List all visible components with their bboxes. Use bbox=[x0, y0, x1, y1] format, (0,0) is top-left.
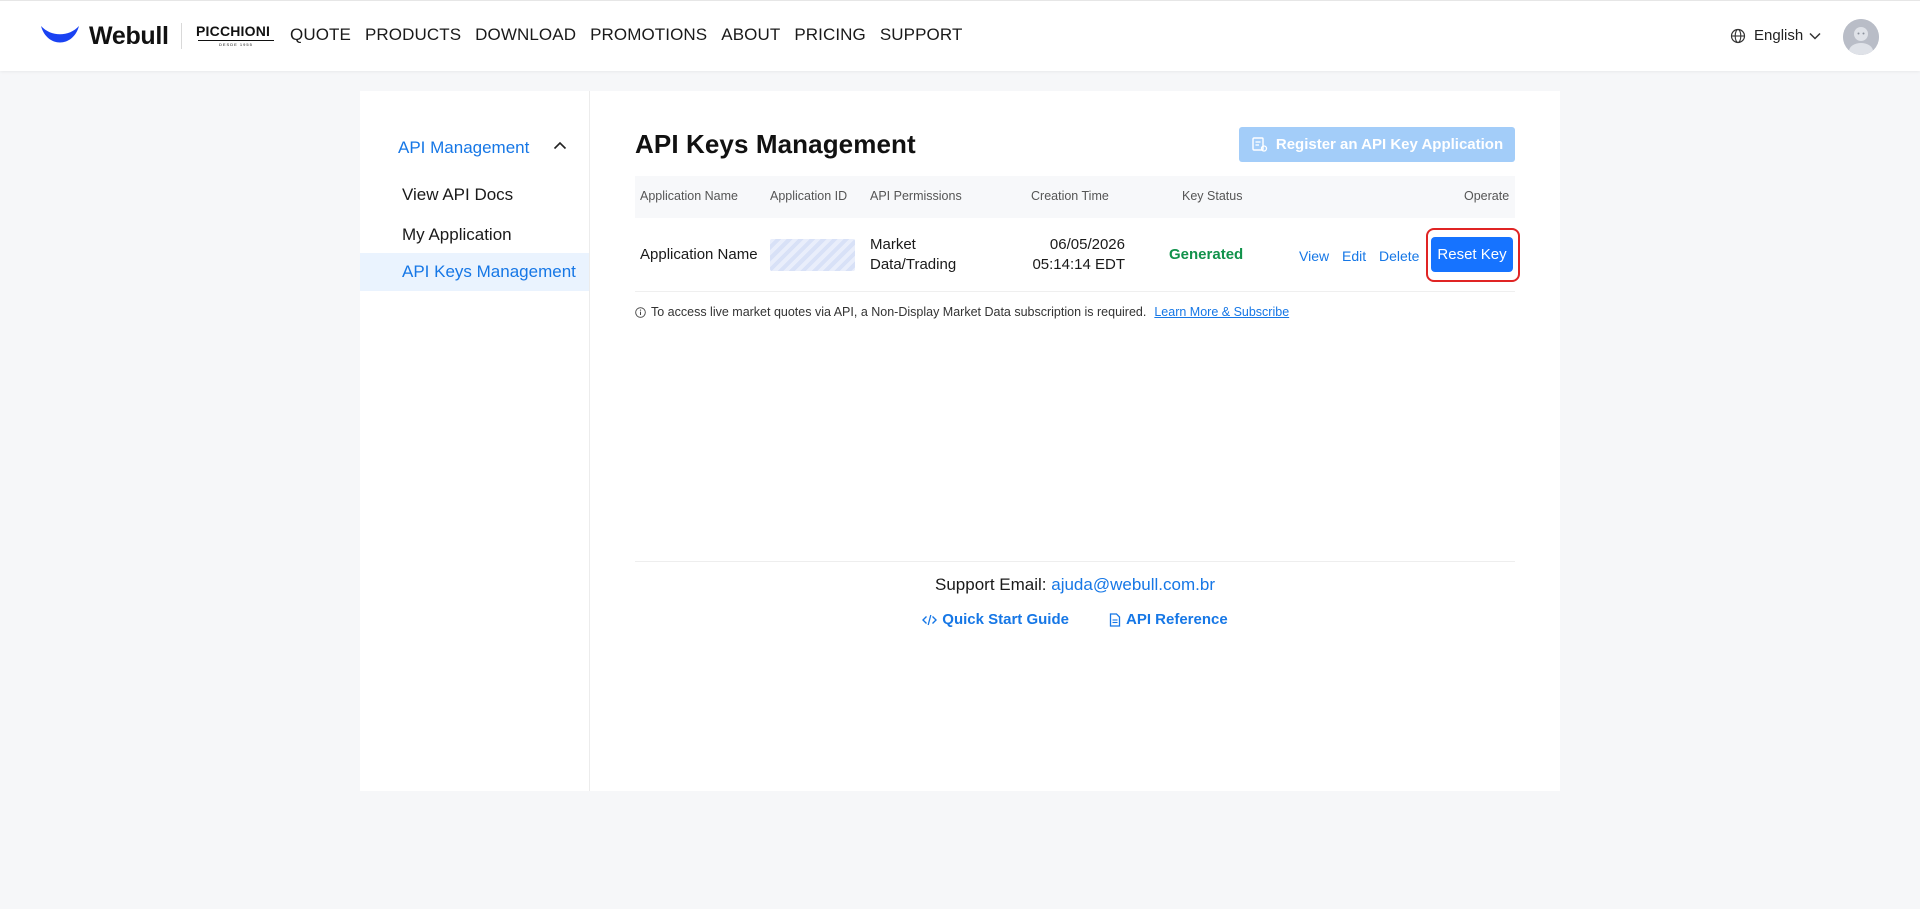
language-label: English bbox=[1754, 27, 1804, 44]
notice-text: To access live market quotes via API, a … bbox=[651, 305, 1147, 319]
sidebar-item-label: My Application bbox=[402, 225, 512, 244]
support-email-link[interactable]: ajuda@webull.com.br bbox=[1051, 575, 1215, 594]
nav-about[interactable]: ABOUT bbox=[721, 25, 780, 45]
content-area: API Keys Management Register an API Key … bbox=[635, 91, 1520, 791]
edit-link[interactable]: Edit bbox=[1342, 248, 1366, 264]
language-selector[interactable]: English bbox=[1730, 27, 1821, 44]
partner-logo: PICCHIONI DESDE 1955 bbox=[196, 23, 276, 49]
reset-key-label: Reset Key bbox=[1437, 246, 1507, 263]
support-email-line: Support Email: ajuda@webull.com.br bbox=[635, 575, 1515, 595]
cell-permissions-line2: Data/Trading bbox=[870, 256, 957, 273]
globe-icon bbox=[1730, 28, 1746, 43]
partner-underline bbox=[198, 40, 274, 41]
partner-tagline: DESDE 1955 bbox=[219, 42, 253, 47]
sidebar-item-label: View API Docs bbox=[402, 185, 514, 204]
api-reference-label: API Reference bbox=[1125, 611, 1228, 628]
chevron-down-icon bbox=[1809, 32, 1821, 40]
status-badge: Generated bbox=[1169, 246, 1244, 263]
sidebar-item-label: API Keys Management bbox=[402, 262, 576, 281]
sidebar-item-view-api-docs[interactable]: View API Docs bbox=[360, 176, 589, 214]
col-creation-time: Creation Time bbox=[1031, 189, 1109, 203]
delete-link[interactable]: Delete bbox=[1379, 248, 1419, 264]
code-icon bbox=[922, 614, 938, 625]
nav-products[interactable]: PRODUCTS bbox=[365, 25, 461, 45]
top-header: Webull PICCHIONI DESDE 1955 QUOTE PRODUC… bbox=[0, 0, 1920, 71]
footer-divider bbox=[635, 561, 1515, 562]
sidebar: API Management View API Docs My Applicat… bbox=[360, 91, 590, 791]
nav-download[interactable]: DOWNLOAD bbox=[475, 25, 576, 45]
cell-creation-date: 06/05/2026 bbox=[1049, 236, 1125, 253]
webull-logo[interactable]: Webull bbox=[39, 21, 169, 51]
brand-name: Webull bbox=[89, 21, 169, 50]
main-panel: API Management View API Docs My Applicat… bbox=[360, 91, 1560, 791]
doc-links: Quick Start Guide API Reference bbox=[635, 611, 1515, 628]
col-key-status: Key Status bbox=[1182, 189, 1243, 203]
col-application-name: Application Name bbox=[640, 189, 738, 203]
avatar[interactable] bbox=[1843, 19, 1879, 55]
user-avatar-icon bbox=[1843, 19, 1879, 55]
cell-creation-time: 05:14:14 EDT bbox=[1032, 256, 1125, 273]
nav-quote[interactable]: QUOTE bbox=[290, 25, 351, 45]
register-api-key-button[interactable]: Register an API Key Application bbox=[1239, 127, 1515, 162]
application-form-icon bbox=[1252, 137, 1268, 152]
sidebar-item-api-keys-management[interactable]: API Keys Management bbox=[360, 253, 589, 291]
col-application-id: Application ID bbox=[770, 189, 848, 203]
view-link[interactable]: View bbox=[1299, 248, 1329, 264]
support-email-label: Support Email: bbox=[935, 575, 1047, 594]
info-icon bbox=[635, 306, 646, 318]
nav-support[interactable]: SUPPORT bbox=[880, 25, 963, 45]
cell-permissions-line1: Market bbox=[870, 236, 916, 253]
header-divider bbox=[181, 23, 182, 49]
cell-application-name: Application Name bbox=[640, 246, 758, 263]
nav-pricing[interactable]: PRICING bbox=[794, 25, 866, 45]
masked-application-id bbox=[770, 239, 855, 271]
api-reference-link[interactable]: API Reference bbox=[1109, 611, 1228, 628]
col-api-permissions: API Permissions bbox=[870, 189, 962, 203]
api-keys-table: Application Name Application ID API Perm… bbox=[635, 176, 1520, 292]
webull-logo-icon bbox=[41, 26, 79, 43]
market-data-notice: To access live market quotes via API, a … bbox=[635, 305, 1289, 319]
partner-name: PICCHIONI bbox=[196, 23, 271, 39]
nav-promotions[interactable]: PROMOTIONS bbox=[590, 25, 707, 45]
main-nav: QUOTE PRODUCTS DOWNLOAD PROMOTIONS ABOUT… bbox=[290, 25, 976, 45]
register-button-label: Register an API Key Application bbox=[1275, 136, 1504, 153]
quick-start-guide-label: Quick Start Guide bbox=[942, 611, 1069, 628]
sidebar-item-my-application[interactable]: My Application bbox=[360, 216, 589, 254]
col-operate: Operate bbox=[1464, 189, 1510, 203]
quick-start-guide-link[interactable]: Quick Start Guide bbox=[922, 611, 1069, 628]
document-icon bbox=[1109, 612, 1121, 627]
page-title: API Keys Management bbox=[635, 129, 916, 159]
sidebar-group-label: API Management bbox=[398, 138, 530, 157]
table-header: Application Name Application ID API Perm… bbox=[635, 176, 1515, 218]
learn-more-subscribe-link[interactable]: Learn More & Subscribe bbox=[1154, 305, 1289, 319]
chevron-up-icon bbox=[553, 141, 567, 150]
reset-key-button[interactable]: Reset Key bbox=[1431, 237, 1513, 272]
table-row: Application Name Market Data/Trading 06/… bbox=[635, 218, 1520, 292]
sidebar-group-api-management[interactable]: API Management bbox=[398, 138, 578, 158]
